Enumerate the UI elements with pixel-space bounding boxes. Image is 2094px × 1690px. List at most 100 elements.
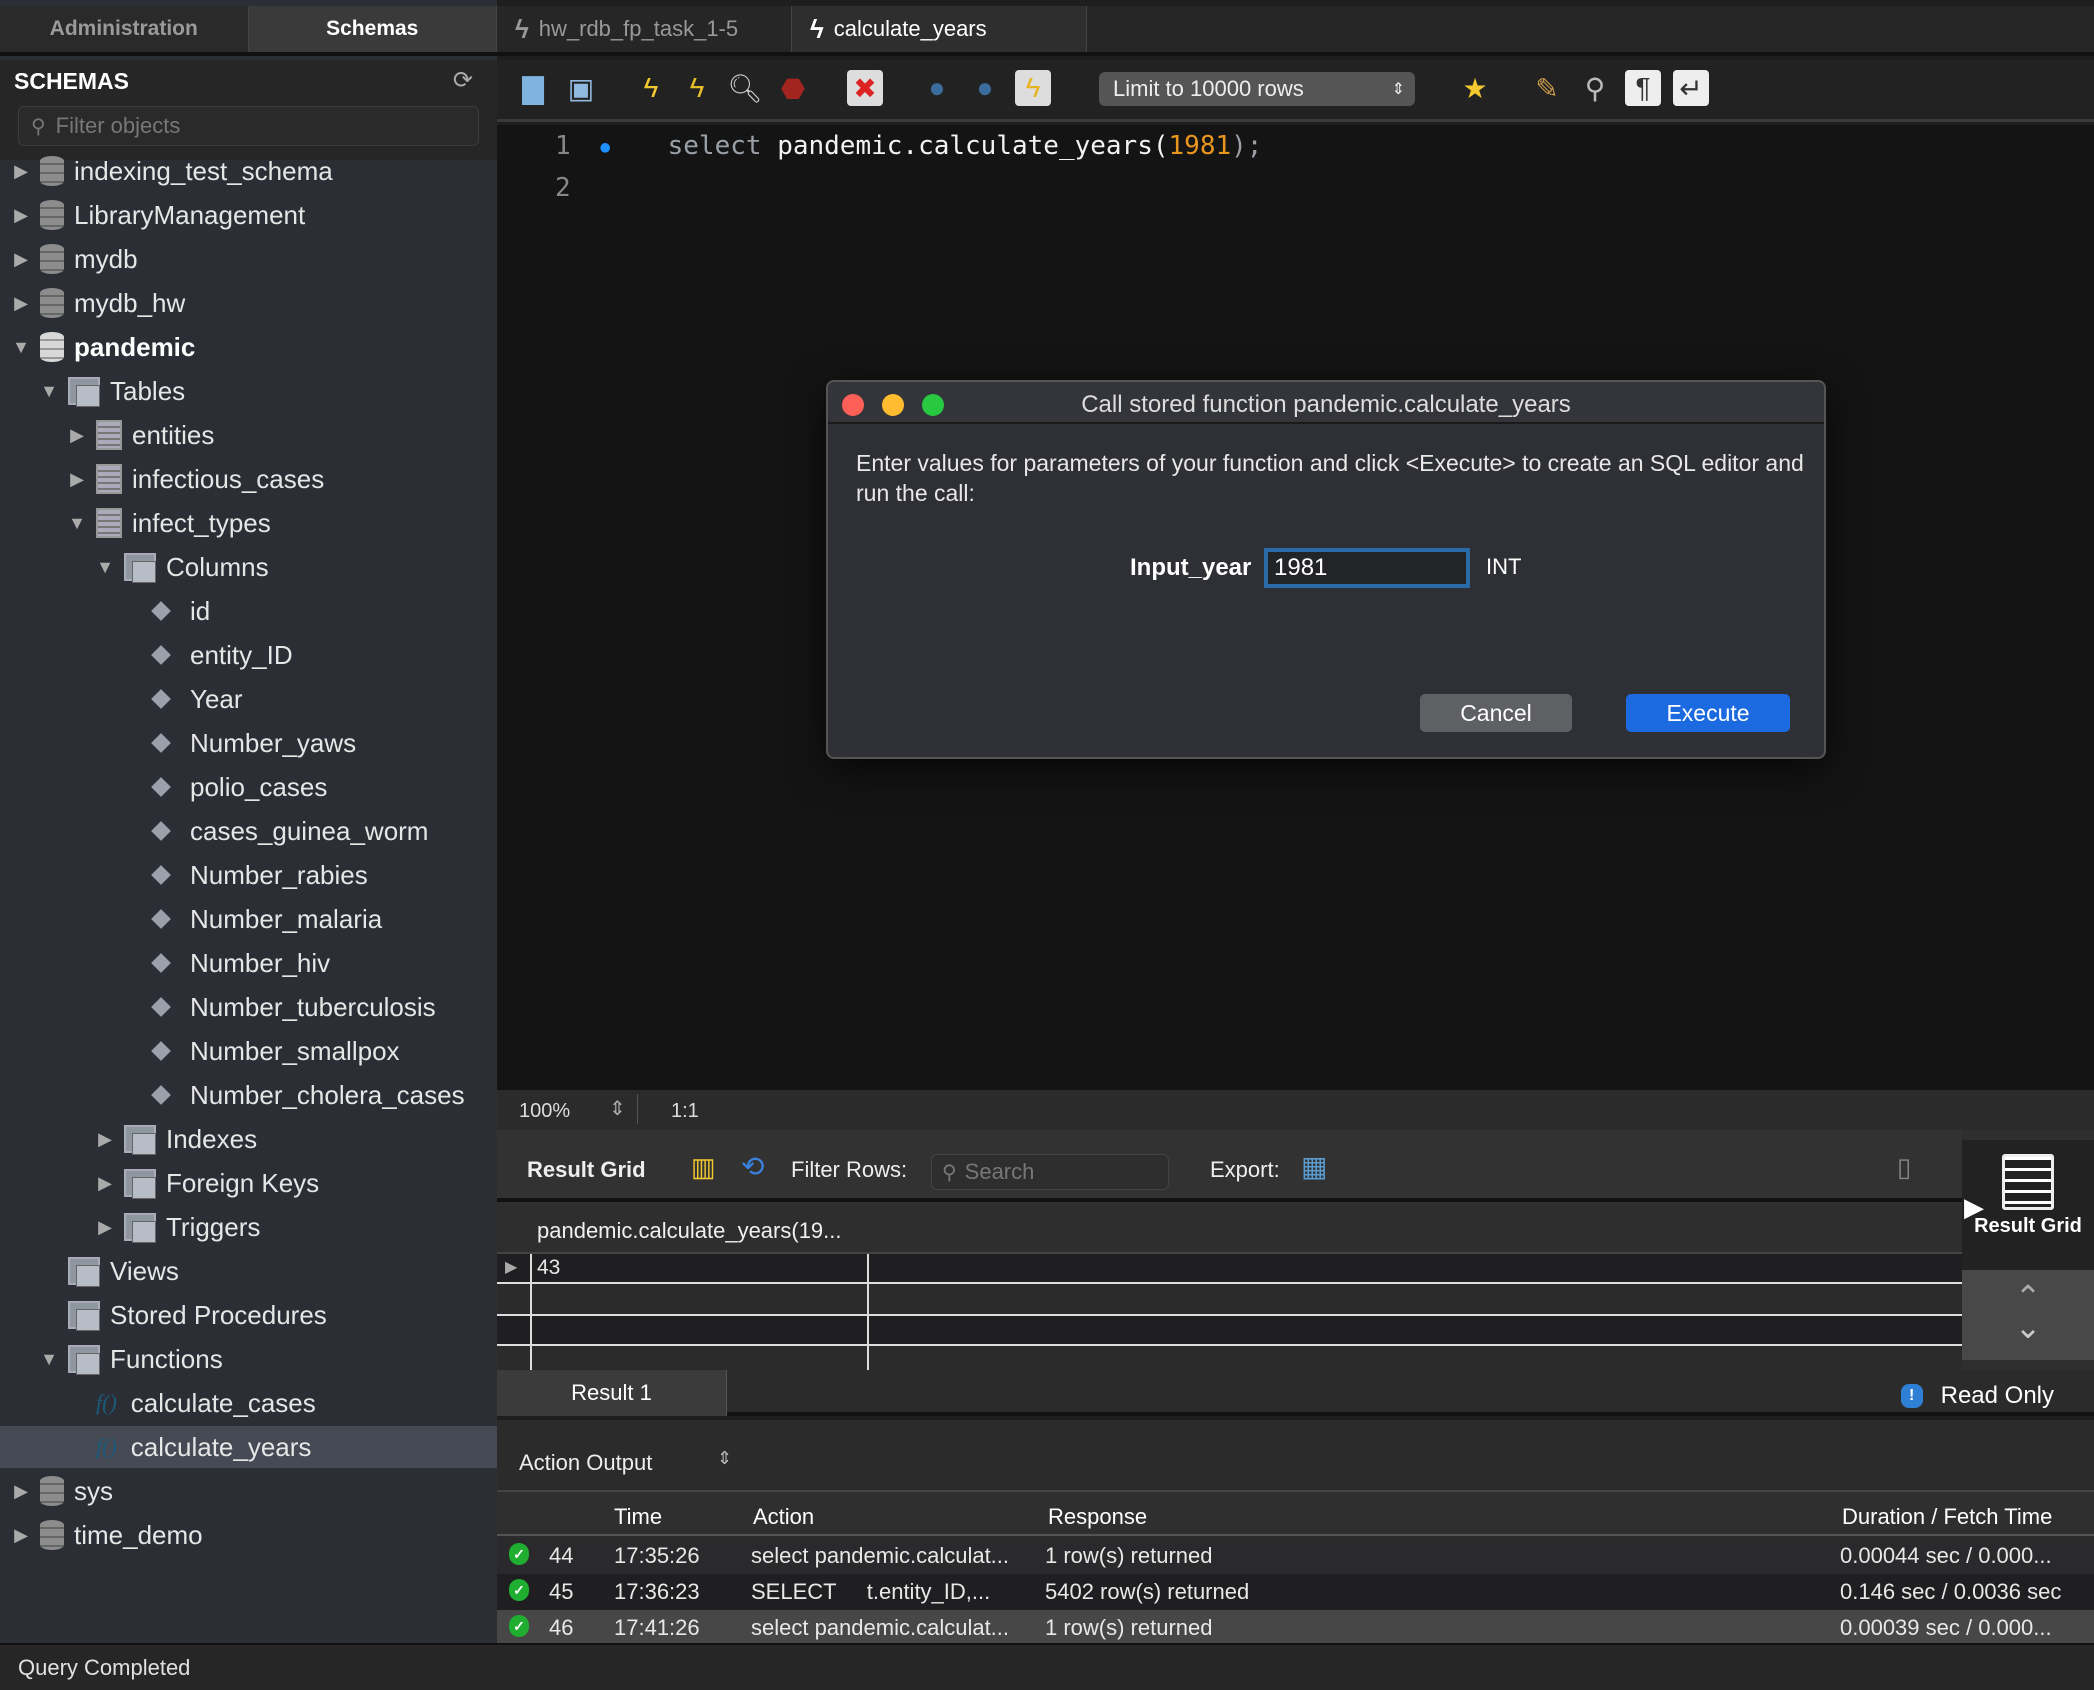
column-header[interactable]: pandemic.calculate_years(19... — [537, 1218, 842, 1244]
tree-item-column[interactable]: Number_tuberculosis — [0, 986, 497, 1028]
tree-item-column[interactable]: entity_ID — [0, 634, 497, 676]
table-row[interactable] — [497, 1286, 1962, 1316]
side-panel-scroll[interactable]: ⌃ ⌄ — [1962, 1270, 2094, 1360]
action-output-row[interactable]: ✓ 44 17:35:26 select pandemic.calculat... 1 … — [497, 1538, 2094, 1574]
tree-item-schema[interactable]: ▶ mydb — [0, 238, 497, 280]
tree-item-group[interactable]: ▼ Columns — [0, 546, 497, 588]
tree-item-group[interactable]: ▶ Foreign Keys — [0, 1162, 497, 1204]
tree-item-schema[interactable]: ▶ mydb_hw — [0, 282, 497, 324]
tree-item-column[interactable]: Number_rabies — [0, 854, 497, 896]
tree-item-group[interactable]: ▶ Triggers — [0, 1206, 497, 1248]
tree-item-function[interactable]: f() calculate_cases — [0, 1382, 497, 1424]
action-output-row[interactable]: ✓ 46 17:41:26 select pandemic.calculat... 1 … — [497, 1610, 2094, 1646]
expand-arrow-icon[interactable]: ▶ — [66, 425, 88, 446]
input-year-field[interactable] — [1264, 548, 1470, 588]
column-header[interactable]: Time — [614, 1504, 662, 1530]
tree-item-table[interactable]: ▶ infectious_cases — [0, 458, 497, 500]
tab-hw-rdb-fp-task[interactable]: ϟ hw_rdb_fp_task_1-5 — [497, 6, 792, 52]
tree-item-schema[interactable]: ▶ LibraryManagement — [0, 194, 497, 236]
toggle-stop-on-error-icon[interactable]: ✖ — [847, 70, 883, 106]
tree-item-schema[interactable]: ▼ pandemic — [0, 326, 497, 368]
invisible-chars-icon[interactable]: ¶ — [1625, 70, 1661, 106]
tab-administration[interactable]: Administration — [0, 6, 249, 52]
autocommit-icon[interactable]: ϟ — [1015, 70, 1051, 106]
tree-item-column[interactable]: Number_hiv — [0, 942, 497, 984]
tree-item-schema[interactable]: ▶ time_demo — [0, 1514, 497, 1556]
limit-rows-select[interactable]: Limit to 10000 rows ⇕ — [1099, 72, 1415, 106]
action-output-row[interactable]: ✓ 45 17:36:23 SELECT t.entity_ID,... 5402 ro… — [497, 1574, 2094, 1610]
tab-result-1[interactable]: Result 1 — [497, 1370, 727, 1416]
cell-value[interactable]: 43 — [537, 1256, 560, 1280]
export-icon[interactable]: ▦ — [1301, 1150, 1327, 1183]
execute-current-icon[interactable]: ϟ — [679, 70, 715, 106]
chevron-updown-icon[interactable]: ⇕ — [717, 1448, 732, 1469]
tree-item-group[interactable]: ▼ Functions — [0, 1338, 497, 1380]
rollback-icon[interactable]: ● — [967, 70, 1003, 106]
execute-icon[interactable]: ϟ — [633, 70, 669, 106]
collapse-arrow-icon[interactable]: ▼ — [66, 513, 88, 534]
expand-arrow-icon[interactable]: ▶ — [10, 161, 32, 182]
expand-arrow-icon[interactable]: ▶ — [10, 1525, 32, 1546]
tree-item-column[interactable]: Number_yaws — [0, 722, 497, 764]
tree-item-function[interactable]: f() calculate_years — [0, 1426, 497, 1468]
beautify-icon[interactable]: ✎ — [1529, 70, 1565, 106]
expand-arrow-icon[interactable]: ▶ — [94, 1217, 116, 1238]
expand-arrow-icon[interactable]: ▶ — [94, 1129, 116, 1150]
expand-arrow-icon[interactable]: ▶ — [10, 293, 32, 314]
tree-item-column[interactable]: Number_smallpox — [0, 1030, 497, 1072]
tree-item-schema[interactable]: ▶ indexing_test_schema — [0, 150, 497, 192]
expand-arrow-icon[interactable]: ▶ — [94, 1173, 116, 1194]
column-header[interactable]: Duration / Fetch Time — [1842, 1504, 2052, 1530]
tab-schemas[interactable]: Schemas — [248, 6, 497, 52]
column-header[interactable]: Action — [753, 1504, 814, 1530]
grid-layout-icon[interactable]: ▥ — [691, 1152, 716, 1183]
column-header[interactable]: Response — [1048, 1504, 1147, 1530]
tree-item-group[interactable]: ▼ Tables — [0, 370, 497, 412]
table-row[interactable] — [497, 1316, 1962, 1346]
tree-item-group[interactable]: Views — [0, 1250, 497, 1292]
find-icon[interactable]: ⚲ — [1577, 70, 1613, 106]
filter-rows-input[interactable] — [964, 1159, 1155, 1185]
chevron-down-icon[interactable]: ⌄ — [1962, 1311, 2094, 1343]
tree-item-group[interactable]: Stored Procedures — [0, 1294, 497, 1336]
zoom-stepper-icon[interactable]: ⇕ — [609, 1096, 626, 1121]
filter-objects-input[interactable] — [55, 113, 456, 139]
chevron-up-icon[interactable]: ⌃ — [1962, 1281, 2094, 1313]
tree-item-column[interactable]: polio_cases — [0, 766, 497, 808]
tab-calculate-years[interactable]: ϟ calculate_years — [792, 6, 1087, 52]
open-folder-icon[interactable]: ▇ — [515, 70, 551, 106]
result-grid-side-button[interactable]: ▶ Result Grid — [1962, 1140, 2094, 1270]
collapse-arrow-icon[interactable]: ▼ — [38, 381, 60, 402]
collapse-arrow-icon[interactable]: ▼ — [94, 557, 116, 578]
tree-item-group[interactable]: ▶ Indexes — [0, 1118, 497, 1160]
expand-arrow-icon[interactable]: ▶ — [10, 249, 32, 270]
commit-icon[interactable]: ● — [919, 70, 955, 106]
table-row[interactable]: ▶ 43 — [497, 1254, 1962, 1284]
tree-item-table[interactable]: ▼ infect_types — [0, 502, 497, 544]
tree-item-column[interactable]: cases_guinea_worm — [0, 810, 497, 852]
tree-item-column[interactable]: Number_cholera_cases — [0, 1074, 497, 1116]
add-snippet-icon[interactable]: ★ — [1457, 70, 1493, 106]
expand-arrow-icon[interactable]: ▶ — [66, 469, 88, 490]
tree-item-column[interactable]: Year — [0, 678, 497, 720]
tree-item-table[interactable]: ▶ entities — [0, 414, 497, 456]
filter-rows-field[interactable]: ⚲ — [931, 1154, 1169, 1190]
expand-arrow-icon[interactable]: ▶ — [10, 1481, 32, 1502]
tree-item-schema[interactable]: ▶ sys — [0, 1470, 497, 1512]
filter-objects-field[interactable]: ⚲ — [18, 106, 479, 146]
refresh-icon[interactable]: ⟳ — [453, 66, 473, 95]
refresh-icon[interactable]: ⟲ — [741, 1150, 764, 1183]
explain-icon[interactable]: 🔍︎ — [727, 70, 763, 106]
stop-icon[interactable]: ⬣ — [775, 70, 811, 106]
tree-item-column[interactable]: id — [0, 590, 497, 632]
cancel-button[interactable]: Cancel — [1420, 694, 1572, 732]
tree-item-column[interactable]: Number_malaria — [0, 898, 497, 940]
action-output-select[interactable]: Action Output — [519, 1450, 652, 1476]
save-icon[interactable]: ▣ — [563, 70, 599, 106]
collapse-arrow-icon[interactable]: ▼ — [38, 1349, 60, 1370]
collapse-arrow-icon[interactable]: ▼ — [10, 337, 32, 358]
toggle-panel-icon[interactable]: ▯ — [1897, 1152, 1911, 1183]
execute-button[interactable]: Execute — [1626, 694, 1790, 732]
expand-arrow-icon[interactable]: ▶ — [10, 205, 32, 226]
word-wrap-icon[interactable]: ↵ — [1673, 70, 1709, 106]
